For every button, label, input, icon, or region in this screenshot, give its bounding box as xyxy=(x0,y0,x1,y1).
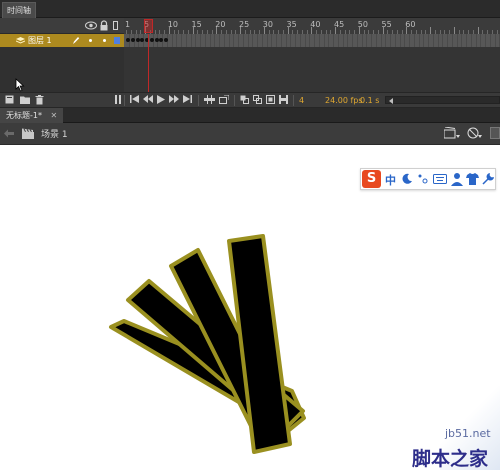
user-icon[interactable] xyxy=(451,172,463,186)
stage-shapes xyxy=(109,234,306,454)
watermark-site: jb51.net xyxy=(445,427,491,440)
stage-artwork xyxy=(109,234,306,454)
watermark-brand: 脚本之家 xyxy=(412,448,489,470)
skin-shirt-icon[interactable] xyxy=(466,173,479,185)
moon-icon[interactable] xyxy=(401,173,413,185)
ime-language-toggle[interactable]: 中 xyxy=(385,172,396,188)
wrench-icon[interactable] xyxy=(482,172,495,185)
punctuation-icon[interactable] xyxy=(417,173,429,185)
ime-logo[interactable]: S xyxy=(362,170,381,188)
ime-toolbar: S 中 xyxy=(360,168,496,190)
keyboard-icon[interactable] xyxy=(433,174,447,184)
